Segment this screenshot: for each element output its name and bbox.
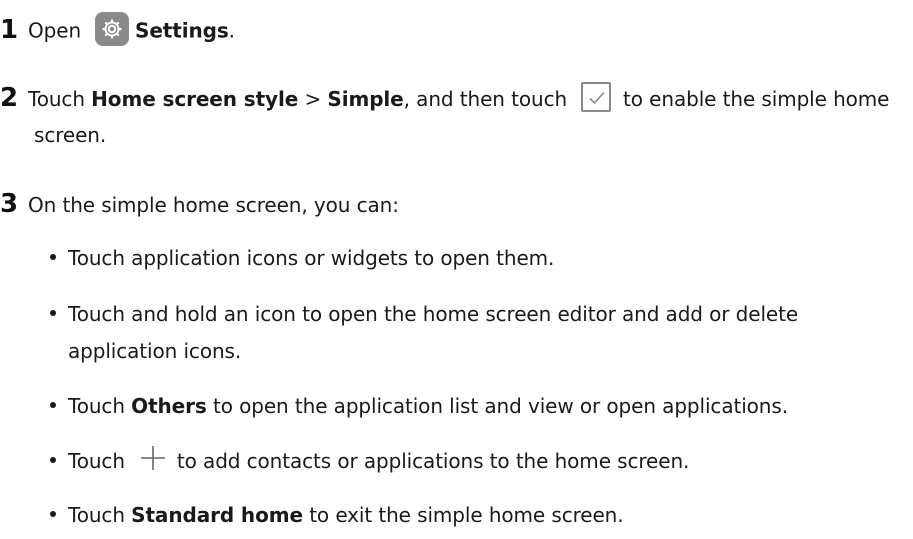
step-text-mid: , and then touch	[403, 87, 568, 111]
bullet-dot	[50, 253, 56, 260]
bullet-dot	[50, 510, 56, 517]
home-screen-style-label: Home screen style	[91, 87, 299, 111]
others-label: Others	[131, 394, 207, 418]
bullet-text-cont: application icons.	[68, 339, 242, 363]
step-text: Open	[28, 18, 82, 43]
bullet-item-2: Touch and hold an icon to open the home …	[50, 300, 798, 328]
simple-label: Simple	[327, 87, 404, 111]
separator: >	[304, 87, 322, 111]
bullet-dot	[50, 401, 56, 408]
bullet-dot	[50, 456, 56, 463]
bullet-item-4: Touch to add contacts or applications to …	[50, 444, 690, 477]
step-text-end: to enable the simple home	[623, 87, 890, 111]
step-text: Touch	[28, 87, 85, 111]
bullet-item-1: Touch application icons or widgets to op…	[50, 244, 554, 272]
step-1: 1 Open Settings.	[0, 12, 235, 49]
step-text-cont: screen.	[34, 123, 107, 147]
settings-label: Settings	[135, 18, 229, 43]
step-2: 2 Touch Home screen style > Simple, and t…	[0, 81, 890, 116]
step-text: On the simple home screen, you can:	[28, 193, 399, 217]
step-3: 3 On the simple home screen, you can:	[0, 190, 399, 219]
standard-home-label: Standard home	[131, 503, 303, 527]
bullet-text-end: to add contacts or applications to the h…	[176, 449, 690, 473]
plus-icon	[139, 444, 167, 472]
step-number: 1	[0, 14, 18, 45]
bullet-text-end: to exit the simple home screen.	[309, 503, 624, 527]
bullet-text: Touch application icons or widgets to op…	[68, 246, 555, 270]
bullet-item-2-continued: application icons.	[68, 337, 241, 365]
checkbox-icon	[581, 81, 612, 112]
bullet-item-5: Touch Standard home to exit the simple h…	[50, 501, 624, 529]
bullet-dot	[50, 309, 56, 316]
bullet-text-end: to open the application list and view or…	[212, 394, 788, 418]
bullet-item-3: Touch Others to open the application lis…	[50, 392, 788, 420]
settings-gear-icon	[95, 12, 130, 46]
bullet-text: Touch	[68, 503, 125, 527]
step-2-continued: screen.	[34, 121, 106, 149]
step-number: 3	[0, 189, 18, 219]
bullet-text: Touch	[68, 394, 125, 418]
step-number: 2	[0, 83, 18, 113]
punctuation: .	[228, 18, 235, 43]
bullet-text: Touch and hold an icon to open the home …	[68, 302, 799, 326]
bullet-text: Touch	[68, 449, 125, 473]
